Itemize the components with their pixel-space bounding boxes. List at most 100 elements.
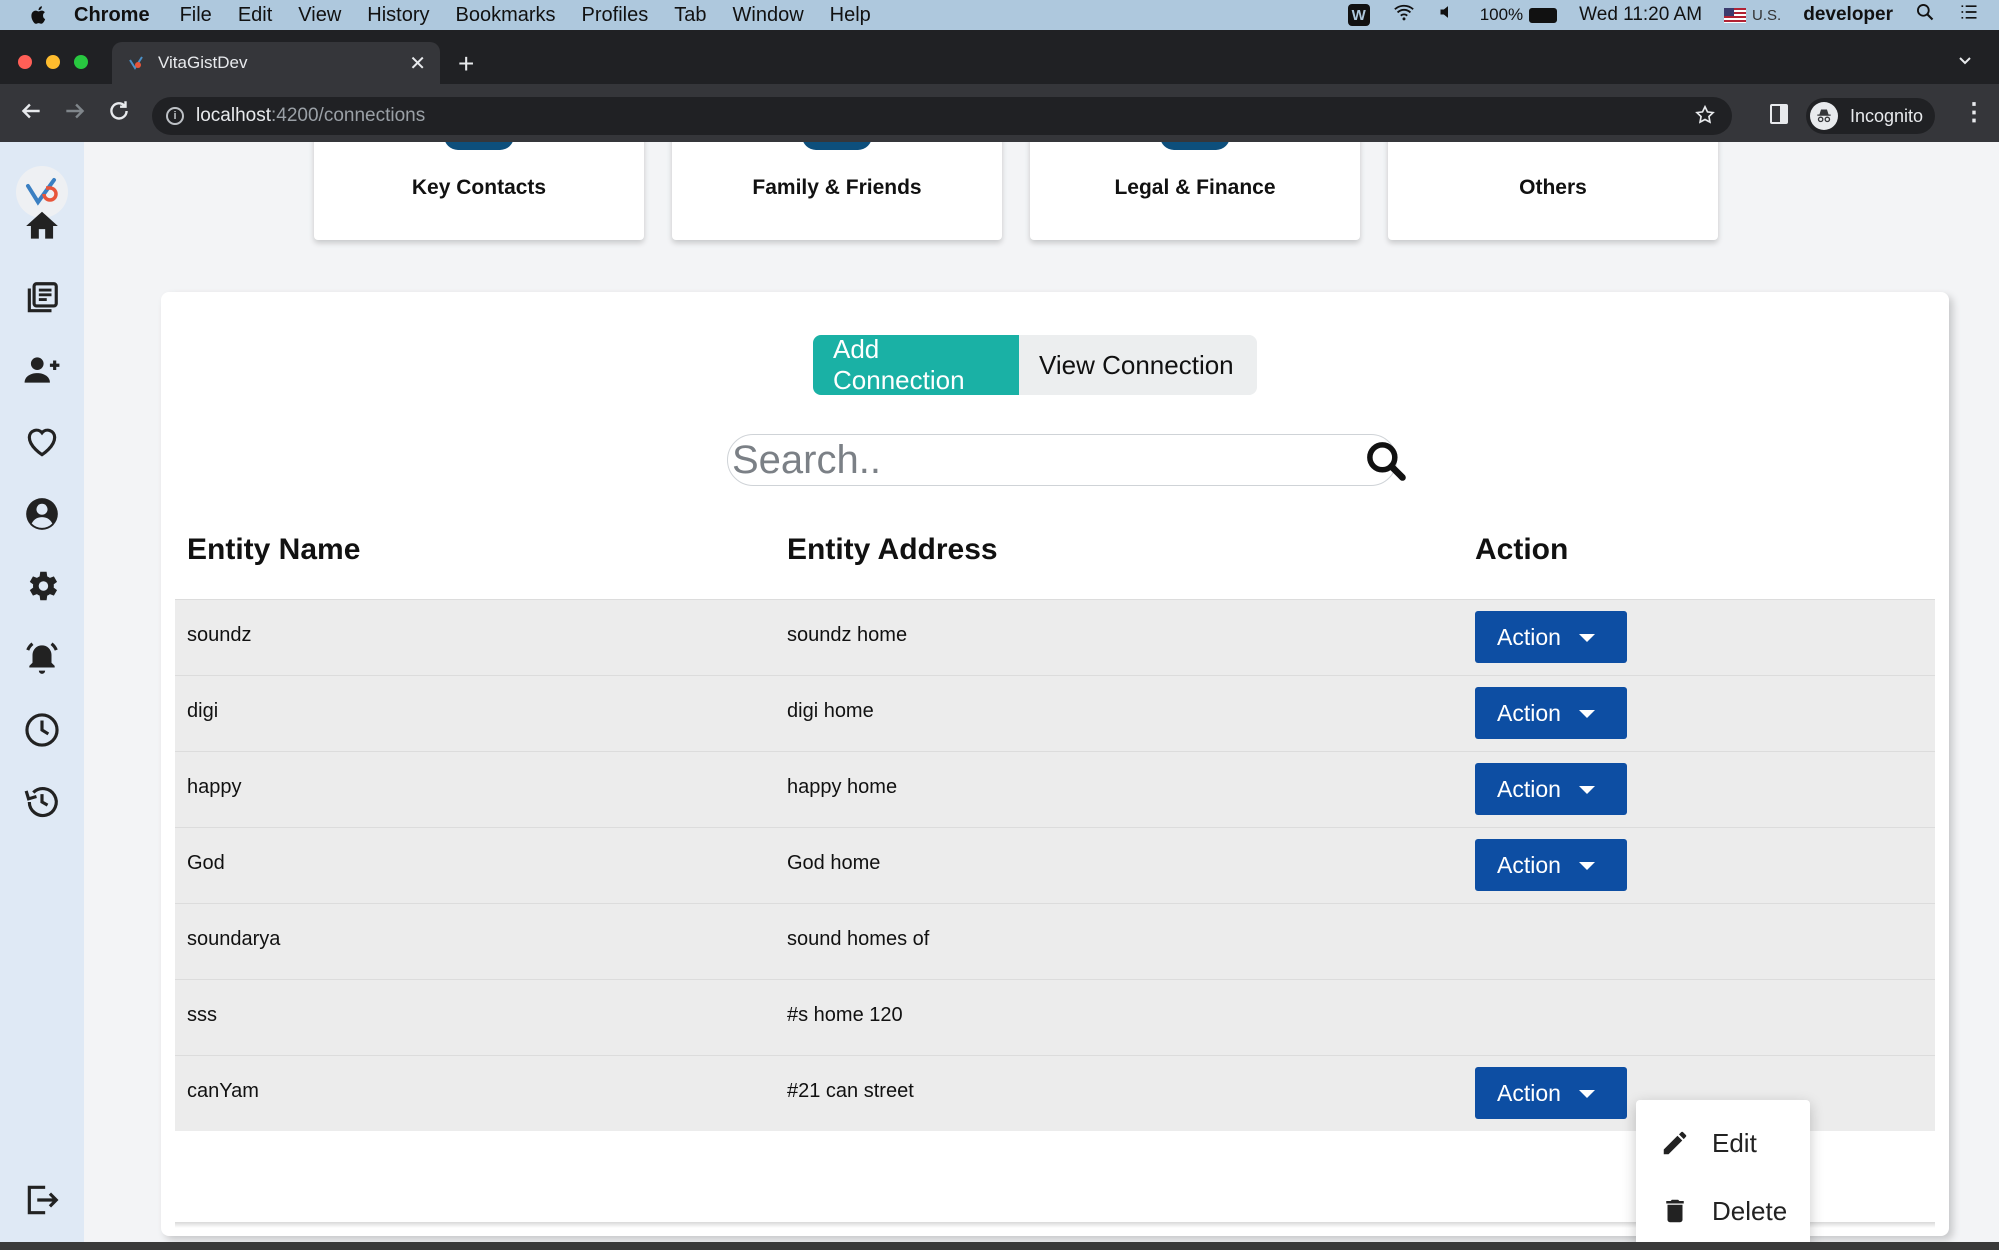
incognito-indicator[interactable]: Incognito <box>1806 98 1936 134</box>
search-input[interactable]: Search.. <box>727 434 1397 486</box>
caret-down-icon <box>1579 1090 1595 1098</box>
column-header-action: Action <box>1475 533 1569 566</box>
forward-button[interactable] <box>62 98 88 129</box>
history-icon[interactable] <box>20 780 64 824</box>
incognito-label: Incognito <box>1850 105 1924 126</box>
account-icon[interactable] <box>20 492 64 536</box>
browser-tab[interactable]: VitaGistDev ✕ <box>112 42 440 84</box>
chrome-menu-icon[interactable]: ⋮ <box>1962 98 1986 127</box>
entity-name: digi <box>187 700 219 722</box>
view-connection-button[interactable]: View Connection <box>1019 335 1257 395</box>
battery-icon[interactable] <box>1529 7 1558 23</box>
entity-address: God home <box>787 852 881 874</box>
menu-history[interactable]: History <box>367 4 429 27</box>
add-user-icon[interactable] <box>20 348 64 392</box>
table-row: digi digi home Action <box>175 675 1935 751</box>
search-icon[interactable] <box>1363 438 1409 484</box>
menu-app-name[interactable]: Chrome <box>74 4 150 27</box>
entity-name: sss <box>187 1004 217 1026</box>
add-connection-button[interactable]: Add Connection <box>813 335 1019 395</box>
category-legal-finance[interactable]: Legal & Finance <box>1030 142 1360 240</box>
action-label: Action <box>1497 1079 1561 1106</box>
category-icon <box>444 142 514 150</box>
wifi-icon[interactable] <box>1392 1 1416 29</box>
window-bottom-edge <box>0 1242 1999 1250</box>
delete-menu-item[interactable]: Delete <box>1636 1178 1810 1242</box>
user-name[interactable]: developer <box>1803 4 1893 26</box>
entity-address: soundz home <box>787 624 908 646</box>
caret-down-icon <box>1579 786 1595 794</box>
entity-name: canYam <box>187 1080 259 1102</box>
menu-file[interactable]: File <box>180 4 212 27</box>
action-dropdown-button[interactable]: Action <box>1475 763 1627 815</box>
action-dropdown-button[interactable]: Action <box>1475 611 1627 663</box>
logout-icon[interactable] <box>20 1178 64 1222</box>
menu-window[interactable]: Window <box>733 4 804 27</box>
volume-icon[interactable] <box>1438 2 1458 28</box>
action-dropdown-button[interactable]: Action <box>1475 687 1627 739</box>
category-key-contacts[interactable]: Key Contacts <box>314 142 644 240</box>
action-label: Action <box>1497 851 1561 878</box>
app-sidebar <box>0 142 84 1242</box>
column-header-entity-name: Entity Name <box>187 533 361 566</box>
table-row: God God home Action <box>175 827 1935 903</box>
menu-profiles[interactable]: Profiles <box>582 4 649 27</box>
menu-help[interactable]: Help <box>830 4 871 27</box>
search-placeholder: Search.. <box>732 437 881 482</box>
category-others[interactable]: Others <box>1388 142 1718 240</box>
side-panel-icon[interactable] <box>1770 104 1788 124</box>
category-label: Key Contacts <box>411 176 547 199</box>
settings-icon[interactable] <box>20 564 64 608</box>
maximize-window-button[interactable] <box>74 55 88 69</box>
category-icon <box>802 142 872 150</box>
heart-icon[interactable] <box>20 420 64 464</box>
tab-search-chevron-icon[interactable] <box>1957 52 1973 73</box>
entity-address: #s home 120 <box>787 1004 903 1026</box>
library-icon[interactable] <box>20 276 64 320</box>
alarm-icon[interactable] <box>20 636 64 680</box>
spotlight-search-icon[interactable] <box>1915 2 1935 28</box>
page-viewport: Key Contacts Family & Friends Legal & Fi… <box>0 142 1999 1242</box>
url-host: localhost <box>196 105 271 126</box>
bookmark-star-icon[interactable] <box>1694 104 1716 132</box>
connection-mode-toggle: Add Connection View Connection <box>813 335 1257 395</box>
action-dropdown-button[interactable]: Action <box>1475 1067 1627 1119</box>
menu-edit[interactable]: Edit <box>238 4 272 27</box>
menu-view[interactable]: View <box>298 4 341 27</box>
clock-icon[interactable] <box>20 708 64 752</box>
trash-icon <box>1666 1199 1684 1223</box>
entity-address: #21 can street <box>787 1080 914 1102</box>
action-dropdown-button[interactable]: Action <box>1475 839 1627 891</box>
home-icon[interactable] <box>20 204 64 248</box>
reload-button[interactable] <box>106 98 132 129</box>
apple-icon[interactable] <box>28 4 50 26</box>
action-label: Action <box>1497 699 1561 726</box>
category-label: Others <box>1519 176 1587 199</box>
menu-bookmarks[interactable]: Bookmarks <box>456 4 556 27</box>
word-icon[interactable]: W <box>1347 4 1370 26</box>
close-window-button[interactable] <box>18 55 32 69</box>
entity-name: soundarya <box>187 928 281 950</box>
menu-tab[interactable]: Tab <box>674 4 706 27</box>
new-tab-button[interactable]: + <box>458 50 474 78</box>
macos-menu-bar: Chrome File Edit View History Bookmarks … <box>0 0 1999 30</box>
category-family-friends[interactable]: Family & Friends <box>672 142 1002 240</box>
entity-name: God <box>187 852 225 874</box>
pencil-icon <box>1663 1131 1687 1155</box>
minimize-window-button[interactable] <box>46 55 60 69</box>
battery-percentage: 100% <box>1479 5 1524 24</box>
edit-menu-item[interactable]: Edit <box>1636 1110 1810 1176</box>
control-center-icon[interactable] <box>1957 2 1981 28</box>
site-favicon-icon <box>128 55 144 71</box>
edit-label: Edit <box>1712 1127 1757 1158</box>
entity-address: digi home <box>787 700 874 722</box>
back-button[interactable] <box>18 98 44 129</box>
site-info-icon[interactable]: i <box>166 107 184 125</box>
caret-down-icon <box>1579 634 1595 642</box>
address-bar[interactable]: i localhost :4200/connections <box>152 97 1732 135</box>
input-source[interactable]: U.S. <box>1752 7 1781 24</box>
close-tab-icon[interactable]: ✕ <box>409 51 426 76</box>
incognito-icon <box>1810 102 1838 130</box>
clock[interactable]: Wed 11:20 AM <box>1579 4 1702 26</box>
connections-panel: Add Connection View Connection Search.. … <box>161 292 1949 1242</box>
